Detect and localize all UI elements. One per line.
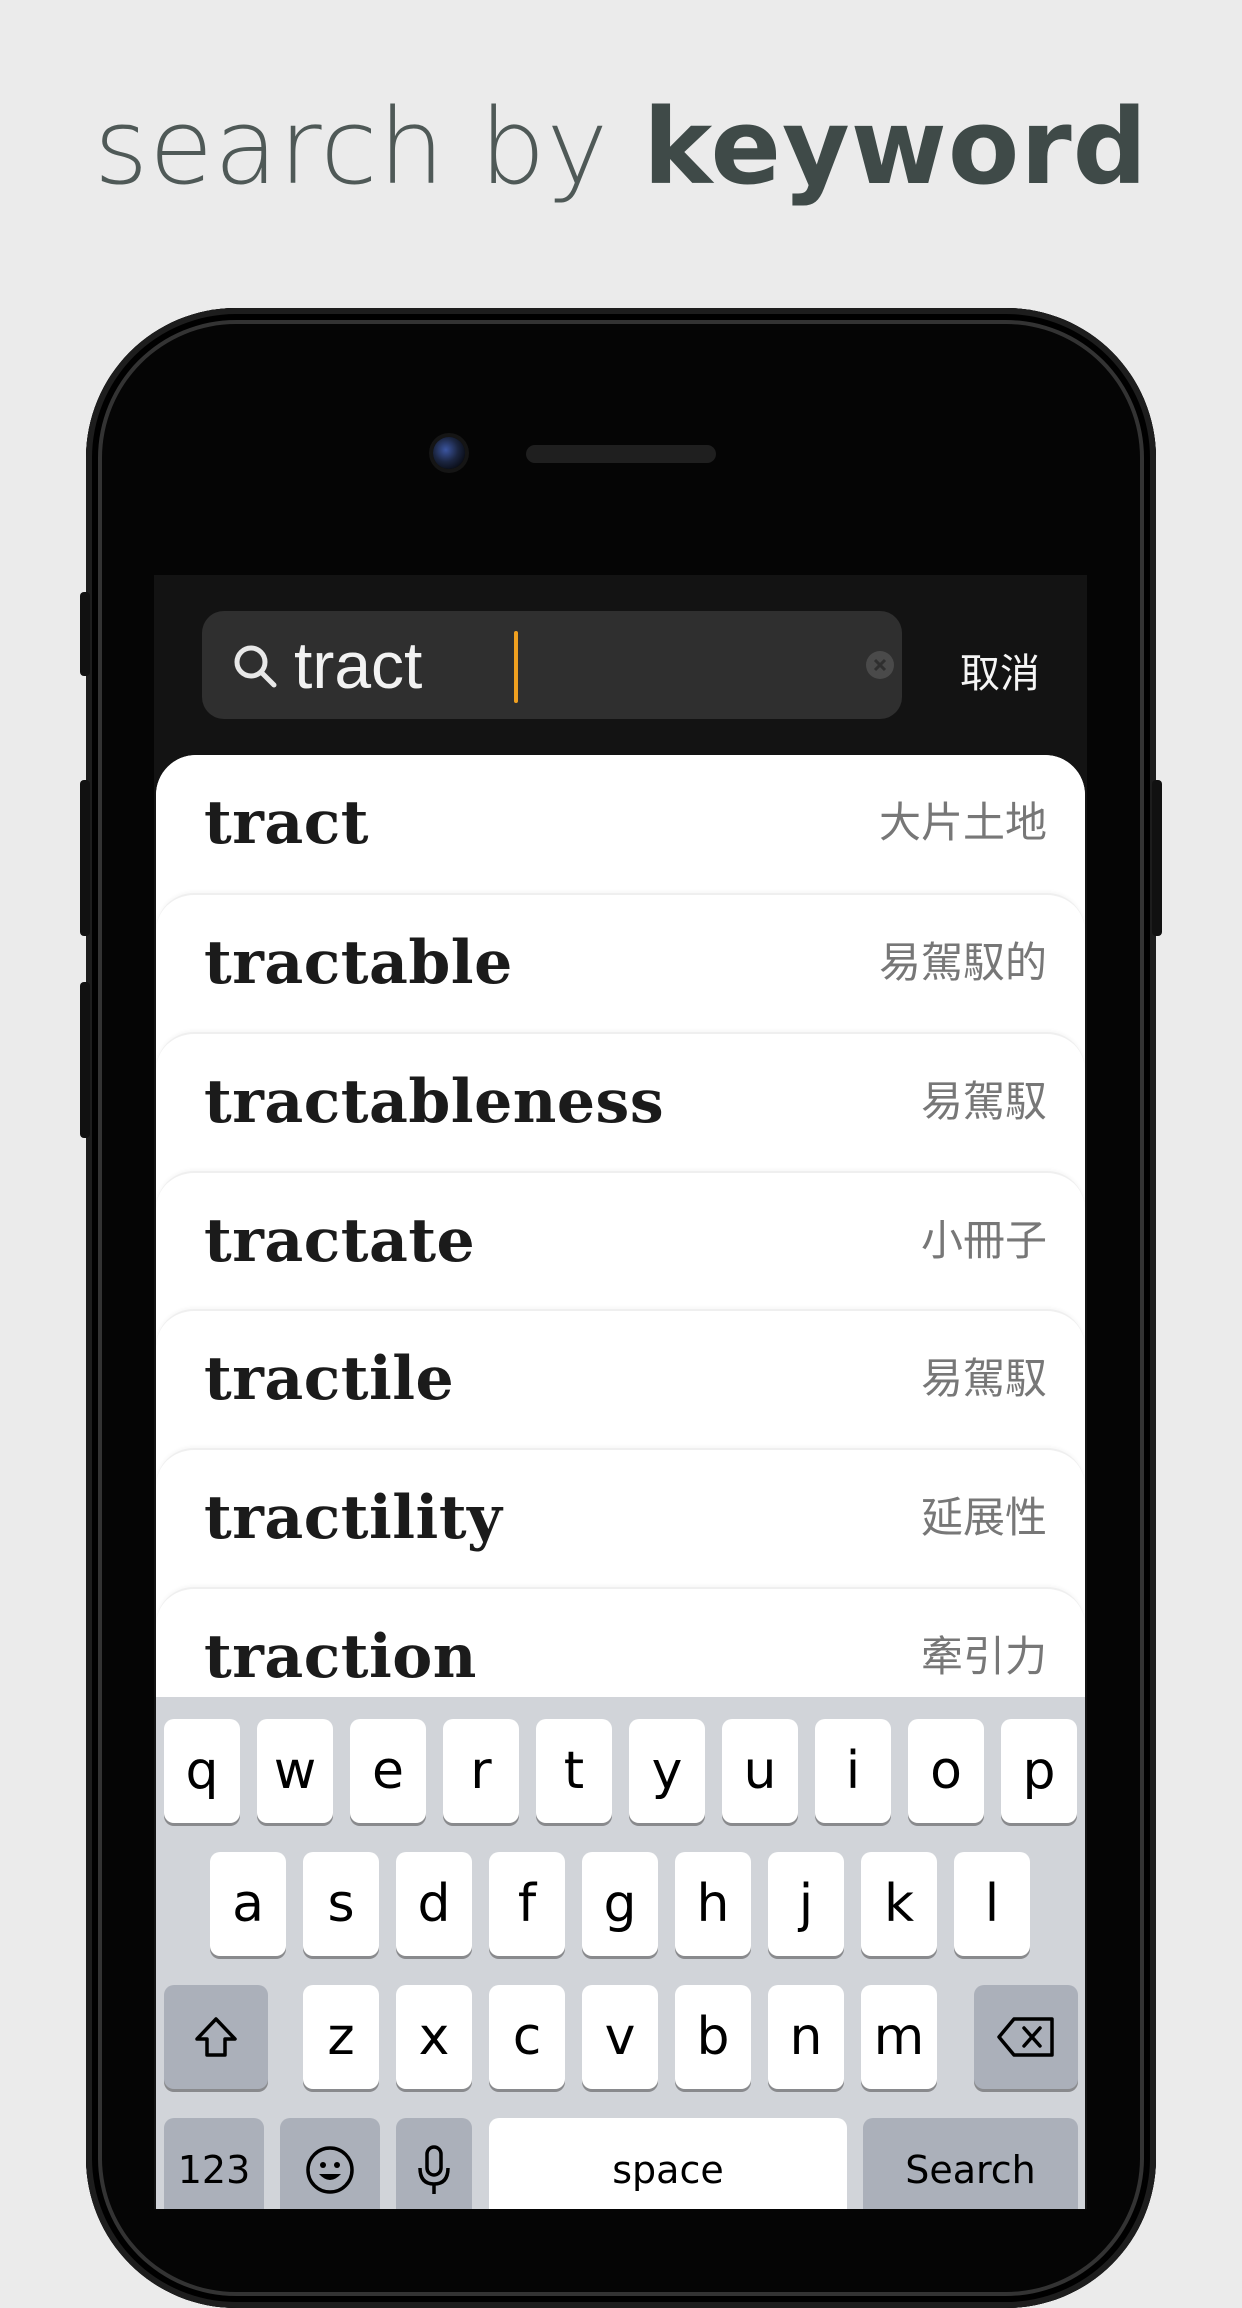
power-button bbox=[1152, 780, 1162, 936]
result-item[interactable]: tract 大片土地 bbox=[156, 755, 1085, 893]
headline: search by keyword bbox=[0, 82, 1242, 212]
shift-icon bbox=[195, 2017, 237, 2057]
space-key[interactable]: space bbox=[489, 2118, 847, 2209]
key-b[interactable]: b bbox=[675, 1985, 751, 2089]
result-word: traction bbox=[204, 1622, 477, 1692]
key-d[interactable]: d bbox=[396, 1852, 472, 1956]
screen: tract 取消 tract 大片土地 tractable 易駕馭的 tract… bbox=[154, 575, 1087, 2209]
numbers-key[interactable]: 123 bbox=[164, 2118, 264, 2209]
backspace-icon bbox=[997, 2017, 1054, 2057]
earpiece-speaker bbox=[526, 445, 716, 463]
result-item[interactable]: tractate 小冊子 bbox=[156, 1171, 1085, 1311]
result-meaning: 易駕馭 bbox=[920, 1077, 1047, 1126]
result-item[interactable]: tractility 延展性 bbox=[156, 1448, 1085, 1588]
result-meaning: 易駕馭 bbox=[920, 1354, 1047, 1403]
key-s[interactable]: s bbox=[303, 1852, 379, 1956]
keyboard: q w e r t y u i o p a s d f g h j k l z … bbox=[156, 1697, 1085, 2209]
emoji-key[interactable] bbox=[280, 2118, 380, 2209]
volume-down-button bbox=[80, 982, 90, 1138]
key-e[interactable]: e bbox=[350, 1719, 426, 1823]
result-item[interactable]: tractable 易駕馭的 bbox=[156, 893, 1085, 1033]
key-y[interactable]: y bbox=[629, 1719, 705, 1823]
result-word: tractableness bbox=[204, 1067, 665, 1137]
key-k[interactable]: k bbox=[861, 1852, 937, 1956]
delete-key[interactable] bbox=[974, 1985, 1078, 2089]
key-l[interactable]: l bbox=[954, 1852, 1030, 1956]
key-q[interactable]: q bbox=[164, 1719, 240, 1823]
key-z[interactable]: z bbox=[303, 1985, 379, 2089]
result-meaning: 延展性 bbox=[920, 1493, 1047, 1542]
key-r[interactable]: r bbox=[443, 1719, 519, 1823]
result-meaning: 牽引力 bbox=[920, 1632, 1047, 1681]
key-t[interactable]: t bbox=[536, 1719, 612, 1823]
result-meaning: 易駕馭的 bbox=[878, 938, 1047, 987]
key-j[interactable]: j bbox=[768, 1852, 844, 1956]
shift-key[interactable] bbox=[164, 1985, 268, 2089]
result-item[interactable]: tractile 易駕馭 bbox=[156, 1309, 1085, 1449]
key-c[interactable]: c bbox=[489, 1985, 565, 2089]
key-p[interactable]: p bbox=[1001, 1719, 1077, 1823]
volume-up-button bbox=[80, 780, 90, 936]
search-icon bbox=[234, 645, 277, 688]
emoji-icon bbox=[306, 2146, 354, 2194]
mute-switch bbox=[80, 592, 90, 676]
headline-bold: keyword bbox=[643, 86, 1149, 208]
key-a[interactable]: a bbox=[210, 1852, 286, 1956]
clear-icon[interactable] bbox=[866, 651, 894, 679]
cancel-button[interactable]: 取消 bbox=[960, 641, 1040, 699]
key-f[interactable]: f bbox=[489, 1852, 565, 1956]
front-camera bbox=[433, 437, 465, 469]
result-item[interactable]: tractableness 易駕馭 bbox=[156, 1032, 1085, 1172]
result-word: tractile bbox=[204, 1344, 455, 1414]
search-input-text[interactable]: tract bbox=[294, 629, 422, 701]
search-key[interactable]: Search bbox=[863, 2118, 1078, 2209]
result-item[interactable]: traction 牽引力 bbox=[156, 1587, 1085, 1705]
result-word: tractility bbox=[204, 1483, 503, 1553]
key-i[interactable]: i bbox=[815, 1719, 891, 1823]
key-x[interactable]: x bbox=[396, 1985, 472, 2089]
key-u[interactable]: u bbox=[722, 1719, 798, 1823]
key-g[interactable]: g bbox=[582, 1852, 658, 1956]
result-word: tractable bbox=[204, 928, 513, 998]
key-v[interactable]: v bbox=[582, 1985, 658, 2089]
key-o[interactable]: o bbox=[908, 1719, 984, 1823]
text-cursor bbox=[514, 631, 518, 703]
key-h[interactable]: h bbox=[675, 1852, 751, 1956]
result-word: tract bbox=[204, 788, 369, 858]
result-word: tractate bbox=[204, 1206, 476, 1276]
result-meaning: 小冊子 bbox=[920, 1216, 1047, 1265]
search-field[interactable]: tract bbox=[202, 611, 902, 719]
dictation-key[interactable] bbox=[396, 2118, 472, 2209]
results-list: tract 大片土地 tractable 易駕馭的 tractableness … bbox=[156, 755, 1085, 1705]
key-n[interactable]: n bbox=[768, 1985, 844, 2089]
microphone-icon bbox=[418, 2145, 450, 2194]
key-w[interactable]: w bbox=[257, 1719, 333, 1823]
result-meaning: 大片土地 bbox=[878, 798, 1047, 847]
key-m[interactable]: m bbox=[861, 1985, 937, 2089]
headline-light: search by bbox=[93, 86, 610, 208]
